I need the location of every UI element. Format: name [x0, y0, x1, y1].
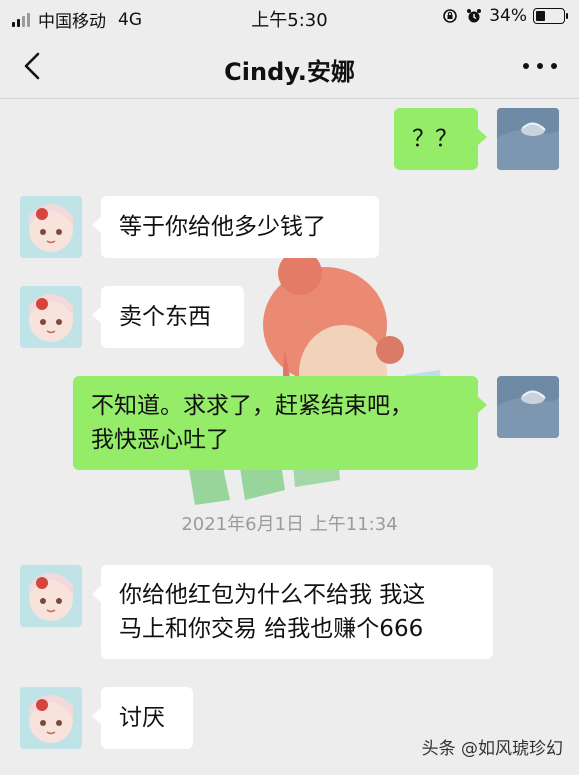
- message-text: 讨厌: [119, 705, 165, 731]
- message-text: 等于你给他多少钱了: [119, 214, 326, 240]
- battery-percent: 34%: [489, 6, 527, 26]
- footer-watermark: 头条 @如风琥珍幻: [421, 739, 563, 759]
- message-bubble-out[interactable]: ？？: [394, 108, 487, 170]
- avatar-contact[interactable]: [20, 196, 82, 258]
- alarm-icon: [465, 7, 483, 25]
- battery-icon: [533, 8, 568, 24]
- message-bubble-in[interactable]: 讨厌: [92, 687, 193, 749]
- message-text-line: 你给他红包为什么不给我 我这: [119, 582, 426, 608]
- avatar-self[interactable]: [497, 108, 559, 170]
- message-bubble-in[interactable]: 卖个东西: [92, 286, 244, 348]
- message-text-line: 不知道。求求了，赶紧结束吧，: [91, 393, 413, 419]
- message-text-line: 我快恶心吐了: [91, 427, 229, 453]
- avatar-contact[interactable]: [20, 687, 82, 749]
- lock-rotation-icon: [441, 7, 459, 25]
- chat-header: Cindy.安娜: [0, 34, 579, 98]
- message-text-line: 马上和你交易 给我也赚个666: [119, 616, 424, 642]
- more-dots-icon: [523, 63, 529, 69]
- status-right: 34%: [441, 6, 568, 26]
- header-divider: [0, 98, 579, 99]
- avatar-contact[interactable]: [20, 565, 82, 627]
- message-bubble-in[interactable]: 等于你给他多少钱了: [92, 196, 379, 258]
- chat-timestamp: 2021年6月1日 上午11:34: [181, 514, 398, 535]
- more-button[interactable]: [523, 56, 557, 76]
- avatar-contact[interactable]: [20, 286, 82, 348]
- status-bar: 中国移动 4G 上午5:30 34%: [0, 0, 579, 34]
- message-bubble-in[interactable]: 你给他红包为什么不给我 我这 马上和你交易 给我也赚个666: [92, 565, 493, 659]
- message-bubble-out[interactable]: 不知道。求求了，赶紧结束吧， 我快恶心吐了: [73, 376, 487, 470]
- avatar-self[interactable]: [497, 376, 559, 438]
- message-text: 卖个东西: [119, 304, 211, 330]
- chat-title[interactable]: Cindy.安娜: [0, 52, 579, 87]
- message-text: ？？: [412, 126, 458, 152]
